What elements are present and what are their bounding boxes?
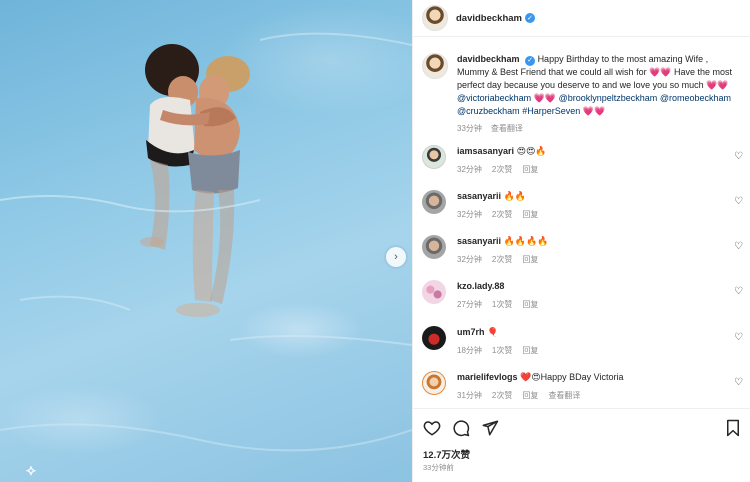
caption-tag[interactable]: @brooklynpeltzbeckham xyxy=(559,93,658,103)
comment-text: 🔥🔥🔥🔥 xyxy=(503,236,549,246)
commenter-avatar[interactable] xyxy=(422,326,446,350)
comment-username[interactable]: um7rh xyxy=(457,327,485,337)
caption-tag[interactable]: @romeobeckham xyxy=(660,93,731,103)
like-button[interactable] xyxy=(423,419,441,437)
post-photo[interactable]: › ⟡ xyxy=(0,0,412,482)
author-avatar[interactable] xyxy=(422,5,448,31)
caption-hashtag[interactable]: #HarperSeven xyxy=(522,106,580,116)
comment-text: 🔥🔥 xyxy=(503,191,526,201)
caption-username[interactable]: davidbeckham xyxy=(457,54,520,64)
reply-link[interactable]: 回复 xyxy=(522,345,538,356)
commenter-avatar[interactable] xyxy=(422,235,446,259)
comment-item: sasanyarii 🔥🔥 32分钟 2次赞 回复 ♡ xyxy=(422,190,750,220)
commenter-avatar[interactable] xyxy=(422,371,446,395)
comment-likes[interactable]: 2次赞 xyxy=(492,254,512,265)
comment-time: 32分钟 xyxy=(457,255,482,264)
reply-link[interactable]: 回复 xyxy=(522,299,538,310)
caption-hearts-1: 💗💗 xyxy=(649,67,672,77)
verified-badge-icon: ✓ xyxy=(525,55,536,66)
post-view: › ⟡ davidbeckham ✓ davidbeckham ✓ Happy … xyxy=(0,0,750,482)
comment-icon xyxy=(453,420,470,437)
caption-tag[interactable]: @victoriabeckham xyxy=(457,93,531,103)
comment-username[interactable]: kzo.lady.88 xyxy=(457,281,504,291)
reply-link[interactable]: 回复 xyxy=(522,254,538,265)
comment-username[interactable]: iamsasanyari xyxy=(457,146,514,156)
save-button[interactable] xyxy=(725,419,741,437)
caption-hearts-2: 💗💗 xyxy=(706,80,729,90)
comment-username[interactable]: marielifevlogs xyxy=(457,372,518,382)
comment-time: 32分钟 xyxy=(457,165,482,174)
watermark-logo: ⟡ xyxy=(26,462,36,479)
caption-hearts-3: 💗💗 xyxy=(533,93,557,103)
pool-couple-illustration xyxy=(0,32,412,452)
caption-hearts-4: 💗💗 xyxy=(582,106,606,116)
heart-icon[interactable]: ♡ xyxy=(734,332,743,343)
caption-meta: 33分钟 查看翻译 xyxy=(457,122,742,135)
share-icon xyxy=(482,420,499,436)
chevron-right-icon: › xyxy=(394,251,398,263)
comment-likes[interactable]: 2次赞 xyxy=(492,390,512,401)
post-side-panel: davidbeckham ✓ davidbeckham ✓ Happy Birt… xyxy=(412,0,750,482)
comment-likes[interactable]: 1次赞 xyxy=(492,345,512,356)
heart-icon[interactable]: ♡ xyxy=(734,241,743,252)
comment-username[interactable]: sasanyarii xyxy=(457,236,501,246)
caption-tag[interactable]: @cruzbeckham xyxy=(457,106,520,116)
comment-time: 31分钟 xyxy=(457,391,482,400)
reply-link[interactable]: 回复 xyxy=(522,209,538,220)
comment-text: ❤️😍Happy BDay Victoria xyxy=(520,372,624,382)
comment-text: 🎈 xyxy=(487,327,499,337)
commenter-avatar[interactable] xyxy=(422,190,446,214)
comment-item: kzo.lady.88 27分钟 1次赞 回复 ♡ xyxy=(422,280,750,310)
post-actions: 12.7万次赞 33分钟前 xyxy=(413,408,750,482)
next-photo-button[interactable]: › xyxy=(386,247,406,267)
like-count[interactable]: 12.7万次赞 xyxy=(423,447,470,461)
comment-username[interactable]: sasanyarii xyxy=(457,191,501,201)
heart-icon[interactable]: ♡ xyxy=(734,377,743,388)
comment-time: 32分钟 xyxy=(457,210,482,219)
caption-avatar[interactable] xyxy=(422,53,448,79)
comment-item: iamsasanyari 😍😍🔥 32分钟 2次赞 回复 ♡ xyxy=(422,145,750,175)
heart-icon xyxy=(423,421,441,436)
comment-item: um7rh 🎈 18分钟 1次赞 回复 ♡ xyxy=(422,326,750,356)
comment-likes[interactable]: 2次赞 xyxy=(492,164,512,175)
post-time-ago: 33分钟前 xyxy=(423,463,454,472)
comment-item: marielifevlogs ❤️😍Happy BDay Victoria 31… xyxy=(422,371,750,401)
post-caption: davidbeckham ✓ Happy Birthday to the mos… xyxy=(422,53,742,135)
heart-icon[interactable]: ♡ xyxy=(734,196,743,207)
see-translation-link[interactable]: 查看翻译 xyxy=(548,390,580,401)
post-header: davidbeckham ✓ xyxy=(413,0,750,37)
commenter-avatar[interactable] xyxy=(422,280,446,304)
comment-likes[interactable]: 2次赞 xyxy=(492,209,512,220)
comment-item: sasanyarii 🔥🔥🔥🔥 32分钟 2次赞 回复 ♡ xyxy=(422,235,750,265)
share-button[interactable] xyxy=(481,419,499,437)
reply-link[interactable]: 回复 xyxy=(522,164,538,175)
author-username[interactable]: davidbeckham xyxy=(456,13,522,24)
heart-icon[interactable]: ♡ xyxy=(734,286,743,297)
comment-text: 😍😍🔥 xyxy=(516,146,547,156)
verified-badge-icon: ✓ xyxy=(525,13,535,23)
heart-icon[interactable]: ♡ xyxy=(734,151,743,162)
comment-button[interactable] xyxy=(452,419,470,437)
caption-time: 33分钟 xyxy=(457,124,482,133)
commenter-avatar[interactable] xyxy=(422,145,446,169)
see-translation-link[interactable]: 查看翻译 xyxy=(491,122,523,135)
comment-likes[interactable]: 1次赞 xyxy=(492,299,512,310)
caption-body: davidbeckham ✓ Happy Birthday to the mos… xyxy=(457,53,742,135)
reply-link[interactable]: 回复 xyxy=(522,390,538,401)
save-icon xyxy=(727,419,739,437)
comment-time: 27分钟 xyxy=(457,300,482,309)
comment-time: 18分钟 xyxy=(457,346,482,355)
